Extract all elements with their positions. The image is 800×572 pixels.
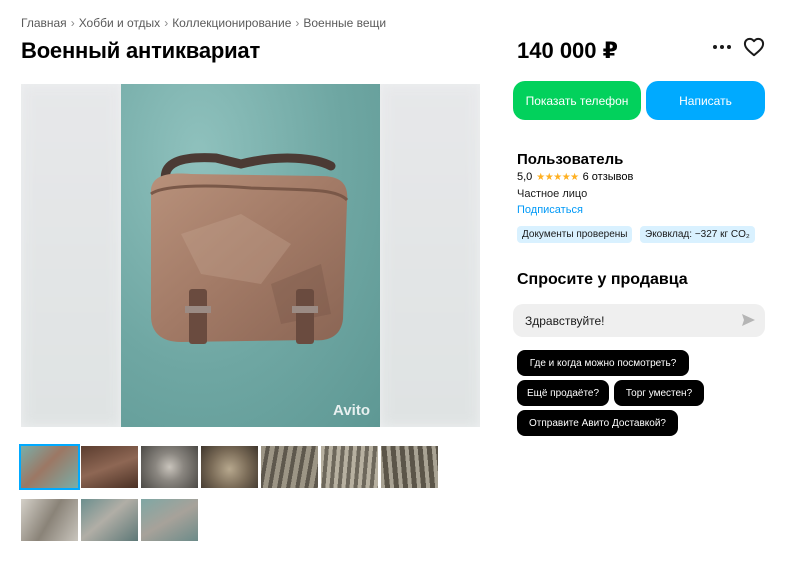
- message-input[interactable]: [513, 304, 765, 337]
- thumbnail[interactable]: [381, 446, 438, 488]
- breadcrumb-separator: ›: [70, 16, 75, 30]
- main-photo[interactable]: Avito: [121, 84, 380, 427]
- quick-question-chip[interactable]: Где и когда можно посмотреть?: [517, 350, 689, 376]
- subscribe-link[interactable]: Подписаться: [517, 204, 583, 216]
- gallery-blur-right: [380, 84, 480, 427]
- thumbnail[interactable]: [81, 446, 138, 488]
- docs-verified-badge[interactable]: Документы проверены: [517, 226, 633, 243]
- favorite-button[interactable]: [741, 34, 767, 60]
- listing-price: 140 000 ₽: [517, 38, 618, 63]
- seller-name[interactable]: Пользователь: [517, 151, 623, 168]
- breadcrumb-separator: ›: [295, 16, 300, 30]
- more-button[interactable]: [709, 34, 735, 60]
- thumbnail[interactable]: [19, 444, 80, 490]
- seller-rating: 5,0 ★★★★★ 6 отзывов: [517, 171, 633, 183]
- thumbnail[interactable]: [201, 446, 258, 488]
- breadcrumb-collecting[interactable]: Коллекционирование: [172, 16, 291, 30]
- star-icons: ★★★★★: [536, 171, 579, 183]
- ask-seller-title: Спросите у продавца: [517, 271, 688, 288]
- breadcrumb-military[interactable]: Военные вещи: [303, 16, 386, 30]
- thumbnail[interactable]: [141, 446, 198, 488]
- quick-question-chip[interactable]: Отправите Авито Доставкой?: [517, 410, 678, 436]
- listing-title: Военный антиквариат: [21, 38, 261, 63]
- write-button[interactable]: Написать: [646, 81, 765, 120]
- seller-type: Частное лицо: [517, 188, 588, 200]
- breadcrumb: Главная › Хобби и отдых › Коллекционирование…: [21, 16, 386, 30]
- rating-value: 5,0: [517, 171, 533, 183]
- breadcrumb-separator: ›: [164, 16, 169, 30]
- ellipsis-icon: [713, 45, 731, 49]
- thumbnail[interactable]: [321, 446, 378, 488]
- thumbnail[interactable]: [81, 499, 138, 541]
- gallery-blur-left: [21, 84, 121, 427]
- breadcrumb-home[interactable]: Главная: [21, 16, 67, 30]
- thumbnail[interactable]: [261, 446, 318, 488]
- thumbnail[interactable]: [21, 499, 78, 541]
- quick-question-chip[interactable]: Ещё продаёте?: [517, 380, 609, 406]
- reviews-link[interactable]: 6 отзывов: [583, 171, 634, 183]
- show-phone-button[interactable]: Показать телефон: [513, 81, 641, 120]
- watermark: Avito: [333, 402, 370, 419]
- eco-contribution-badge[interactable]: Эковклад: −327 кг CO₂: [640, 226, 755, 243]
- photo-gallery[interactable]: Avito: [21, 84, 480, 427]
- breadcrumb-hobby[interactable]: Хобби и отдых: [79, 16, 161, 30]
- send-icon[interactable]: [740, 312, 756, 328]
- heart-icon: [743, 37, 765, 57]
- quick-question-chip[interactable]: Торг уместен?: [614, 380, 704, 406]
- bag-photo-image: [150, 153, 349, 344]
- thumbnail[interactable]: [141, 499, 198, 541]
